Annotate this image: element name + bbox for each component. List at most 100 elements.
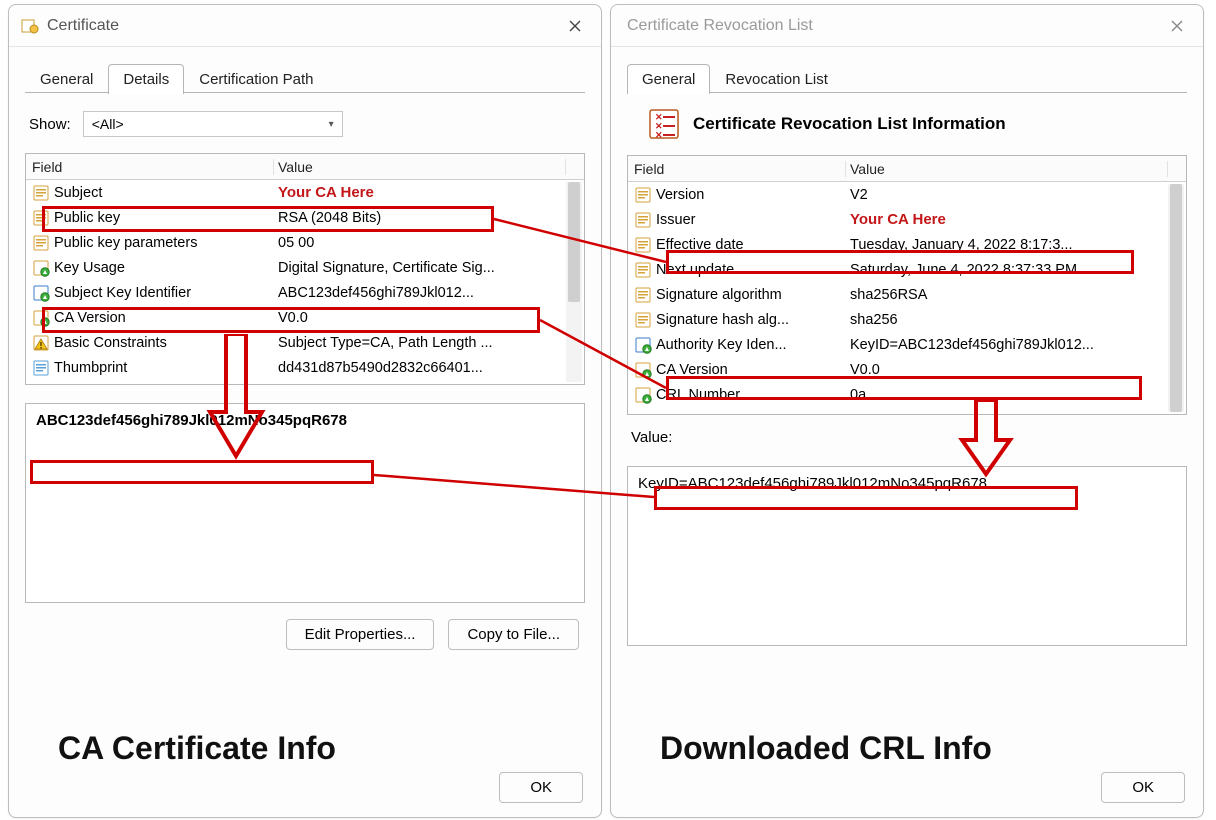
detail-value-pane: KeyID=ABC123def456ghi789Jkl012mNo345pqR6… bbox=[627, 466, 1187, 646]
tabs: General Details Certification Path bbox=[25, 57, 585, 93]
value-cell: ABC123def456ghi789Jkl012... bbox=[274, 285, 566, 301]
titlebar: Certificate bbox=[9, 5, 601, 47]
column-header-value[interactable]: Value bbox=[846, 161, 1168, 177]
chevron-down-icon: ▾ bbox=[329, 119, 334, 130]
column-header-field[interactable]: Field bbox=[628, 161, 846, 177]
tab-general[interactable]: General bbox=[25, 64, 108, 94]
table-row[interactable]: Signature hash alg... sha256 bbox=[628, 307, 1186, 332]
ok-button[interactable]: OK bbox=[499, 772, 583, 803]
scrollbar[interactable] bbox=[1168, 184, 1184, 412]
value-label: Value: bbox=[631, 429, 1187, 446]
value-cell: 05 00 bbox=[274, 235, 566, 251]
value-cell: 0a bbox=[846, 387, 1168, 403]
field-text: Thumbprint bbox=[54, 360, 127, 376]
ext2-icon bbox=[32, 284, 50, 302]
titlebar: Certificate Revocation List bbox=[611, 5, 1203, 47]
doc-icon bbox=[634, 236, 652, 254]
field-cell: Public key bbox=[26, 209, 274, 227]
caption-right: Downloaded CRL Info bbox=[660, 730, 992, 767]
scrollbar[interactable] bbox=[566, 182, 582, 382]
details-table: Field Value SubjectYour CA HerePublic ke… bbox=[25, 153, 585, 385]
doc-icon bbox=[32, 184, 50, 202]
field-cell: Authority Key Iden... bbox=[628, 336, 846, 354]
field-text: Version bbox=[656, 187, 704, 203]
value-cell: sha256RSA bbox=[846, 287, 1168, 303]
prop-icon bbox=[32, 359, 50, 377]
table-row[interactable]: Basic Constraints Subject Type=CA, Path L… bbox=[26, 330, 584, 355]
show-select-value: <All> bbox=[92, 116, 124, 132]
table-row[interactable]: Public keyRSA (2048 Bits) bbox=[26, 205, 584, 230]
table-row[interactable]: Key UsageDigital Signature, Certificate … bbox=[26, 255, 584, 280]
detail-value-text: KeyID=ABC123def456ghi789Jkl012mNo345pqR6… bbox=[638, 475, 987, 492]
value-cell: sha256 bbox=[846, 312, 1168, 328]
ext-icon bbox=[32, 259, 50, 277]
table-row[interactable]: SubjectYour CA Here bbox=[26, 180, 584, 205]
table-row[interactable]: CA VersionV0.0 bbox=[26, 305, 584, 330]
table-row[interactable]: CRL Number 0a bbox=[628, 382, 1186, 407]
doc-icon bbox=[634, 311, 652, 329]
doc-icon bbox=[32, 234, 50, 252]
edit-properties-button[interactable]: Edit Properties... bbox=[286, 619, 435, 650]
field-cell: Next update bbox=[628, 261, 846, 279]
table-row[interactable]: Authority Key Iden...KeyID=ABC123def456g… bbox=[628, 332, 1186, 357]
table-row[interactable]: Public key parameters 05 00 bbox=[26, 230, 584, 255]
field-text: Effective date bbox=[656, 237, 744, 253]
close-button[interactable] bbox=[555, 11, 595, 41]
crl-dialog: Certificate Revocation List General Revo… bbox=[610, 4, 1204, 818]
caption-left: CA Certificate Info bbox=[58, 730, 336, 767]
table-row[interactable]: Next update Saturday, June 4, 2022 8:37:3… bbox=[628, 257, 1186, 282]
show-select[interactable]: <All> ▾ bbox=[83, 111, 343, 137]
table-row[interactable]: Thumbprint dd431d87b5490d2832c66401... bbox=[26, 355, 584, 380]
warn-icon bbox=[32, 334, 50, 352]
ok-button[interactable]: OK bbox=[1101, 772, 1185, 803]
value-cell: dd431d87b5490d2832c66401... bbox=[274, 360, 566, 376]
field-cell: Version bbox=[628, 186, 846, 204]
field-cell: Thumbprint bbox=[26, 359, 274, 377]
field-text: Signature hash alg... bbox=[656, 312, 789, 328]
tab-certification-path[interactable]: Certification Path bbox=[184, 64, 328, 94]
field-cell: CA Version bbox=[26, 309, 274, 327]
tab-revocation-list[interactable]: Revocation List bbox=[710, 64, 843, 94]
crl-info-header: ✕ ✕ ✕ Certificate Revocation List Inform… bbox=[647, 107, 1181, 141]
column-header-value[interactable]: Value bbox=[274, 159, 566, 175]
field-cell: Signature hash alg... bbox=[628, 311, 846, 329]
table-row[interactable]: Signature algorithm sha256RSA bbox=[628, 282, 1186, 307]
doc-icon bbox=[32, 209, 50, 227]
field-text: Signature algorithm bbox=[656, 287, 782, 303]
table-row[interactable]: IssuerYour CA Here bbox=[628, 207, 1186, 232]
table-row[interactable]: VersionV2 bbox=[628, 182, 1186, 207]
value-cell: Subject Type=CA, Path Length ... bbox=[274, 335, 566, 351]
field-cell: Basic Constraints bbox=[26, 334, 274, 352]
doc-icon bbox=[634, 286, 652, 304]
show-label: Show: bbox=[29, 116, 71, 133]
field-cell: Key Usage bbox=[26, 259, 274, 277]
copy-to-file-button[interactable]: Copy to File... bbox=[448, 619, 579, 650]
table-row[interactable]: CA VersionV0.0 bbox=[628, 357, 1186, 382]
tabs: General Revocation List bbox=[627, 57, 1187, 93]
tab-details[interactable]: Details bbox=[108, 64, 184, 94]
field-text: Authority Key Iden... bbox=[656, 337, 787, 353]
ext-icon bbox=[32, 309, 50, 327]
tab-general[interactable]: General bbox=[627, 64, 710, 94]
column-header-field[interactable]: Field bbox=[26, 159, 274, 175]
detail-value-pane: ABC123def456ghi789Jkl012mNo345pqR678 bbox=[25, 403, 585, 603]
table-row[interactable]: Subject Key IdentifierABC123def456ghi789… bbox=[26, 280, 584, 305]
value-cell: V0.0 bbox=[846, 362, 1168, 378]
value-cell: RSA (2048 Bits) bbox=[274, 210, 566, 226]
field-cell: CRL Number bbox=[628, 386, 846, 404]
field-text: CRL Number bbox=[656, 387, 740, 403]
window-title: Certificate Revocation List bbox=[623, 17, 1157, 35]
field-text: Public key parameters bbox=[54, 235, 197, 251]
field-text: Basic Constraints bbox=[54, 335, 167, 351]
crl-info-title: Certificate Revocation List Information bbox=[693, 114, 1006, 134]
window-title: Certificate bbox=[47, 17, 555, 35]
table-row[interactable]: Effective dateTuesday, January 4, 2022 8… bbox=[628, 232, 1186, 257]
field-text: Next update bbox=[656, 262, 734, 278]
close-button[interactable] bbox=[1157, 11, 1197, 41]
field-cell: Subject bbox=[26, 184, 274, 202]
field-cell: CA Version bbox=[628, 361, 846, 379]
value-cell: Digital Signature, Certificate Sig... bbox=[274, 260, 566, 276]
crl-table: Field Value VersionV2IssuerYour CA HereE… bbox=[627, 155, 1187, 415]
field-cell: Public key parameters bbox=[26, 234, 274, 252]
value-cell: Saturday, June 4, 2022 8:37:33 PM bbox=[846, 262, 1168, 278]
